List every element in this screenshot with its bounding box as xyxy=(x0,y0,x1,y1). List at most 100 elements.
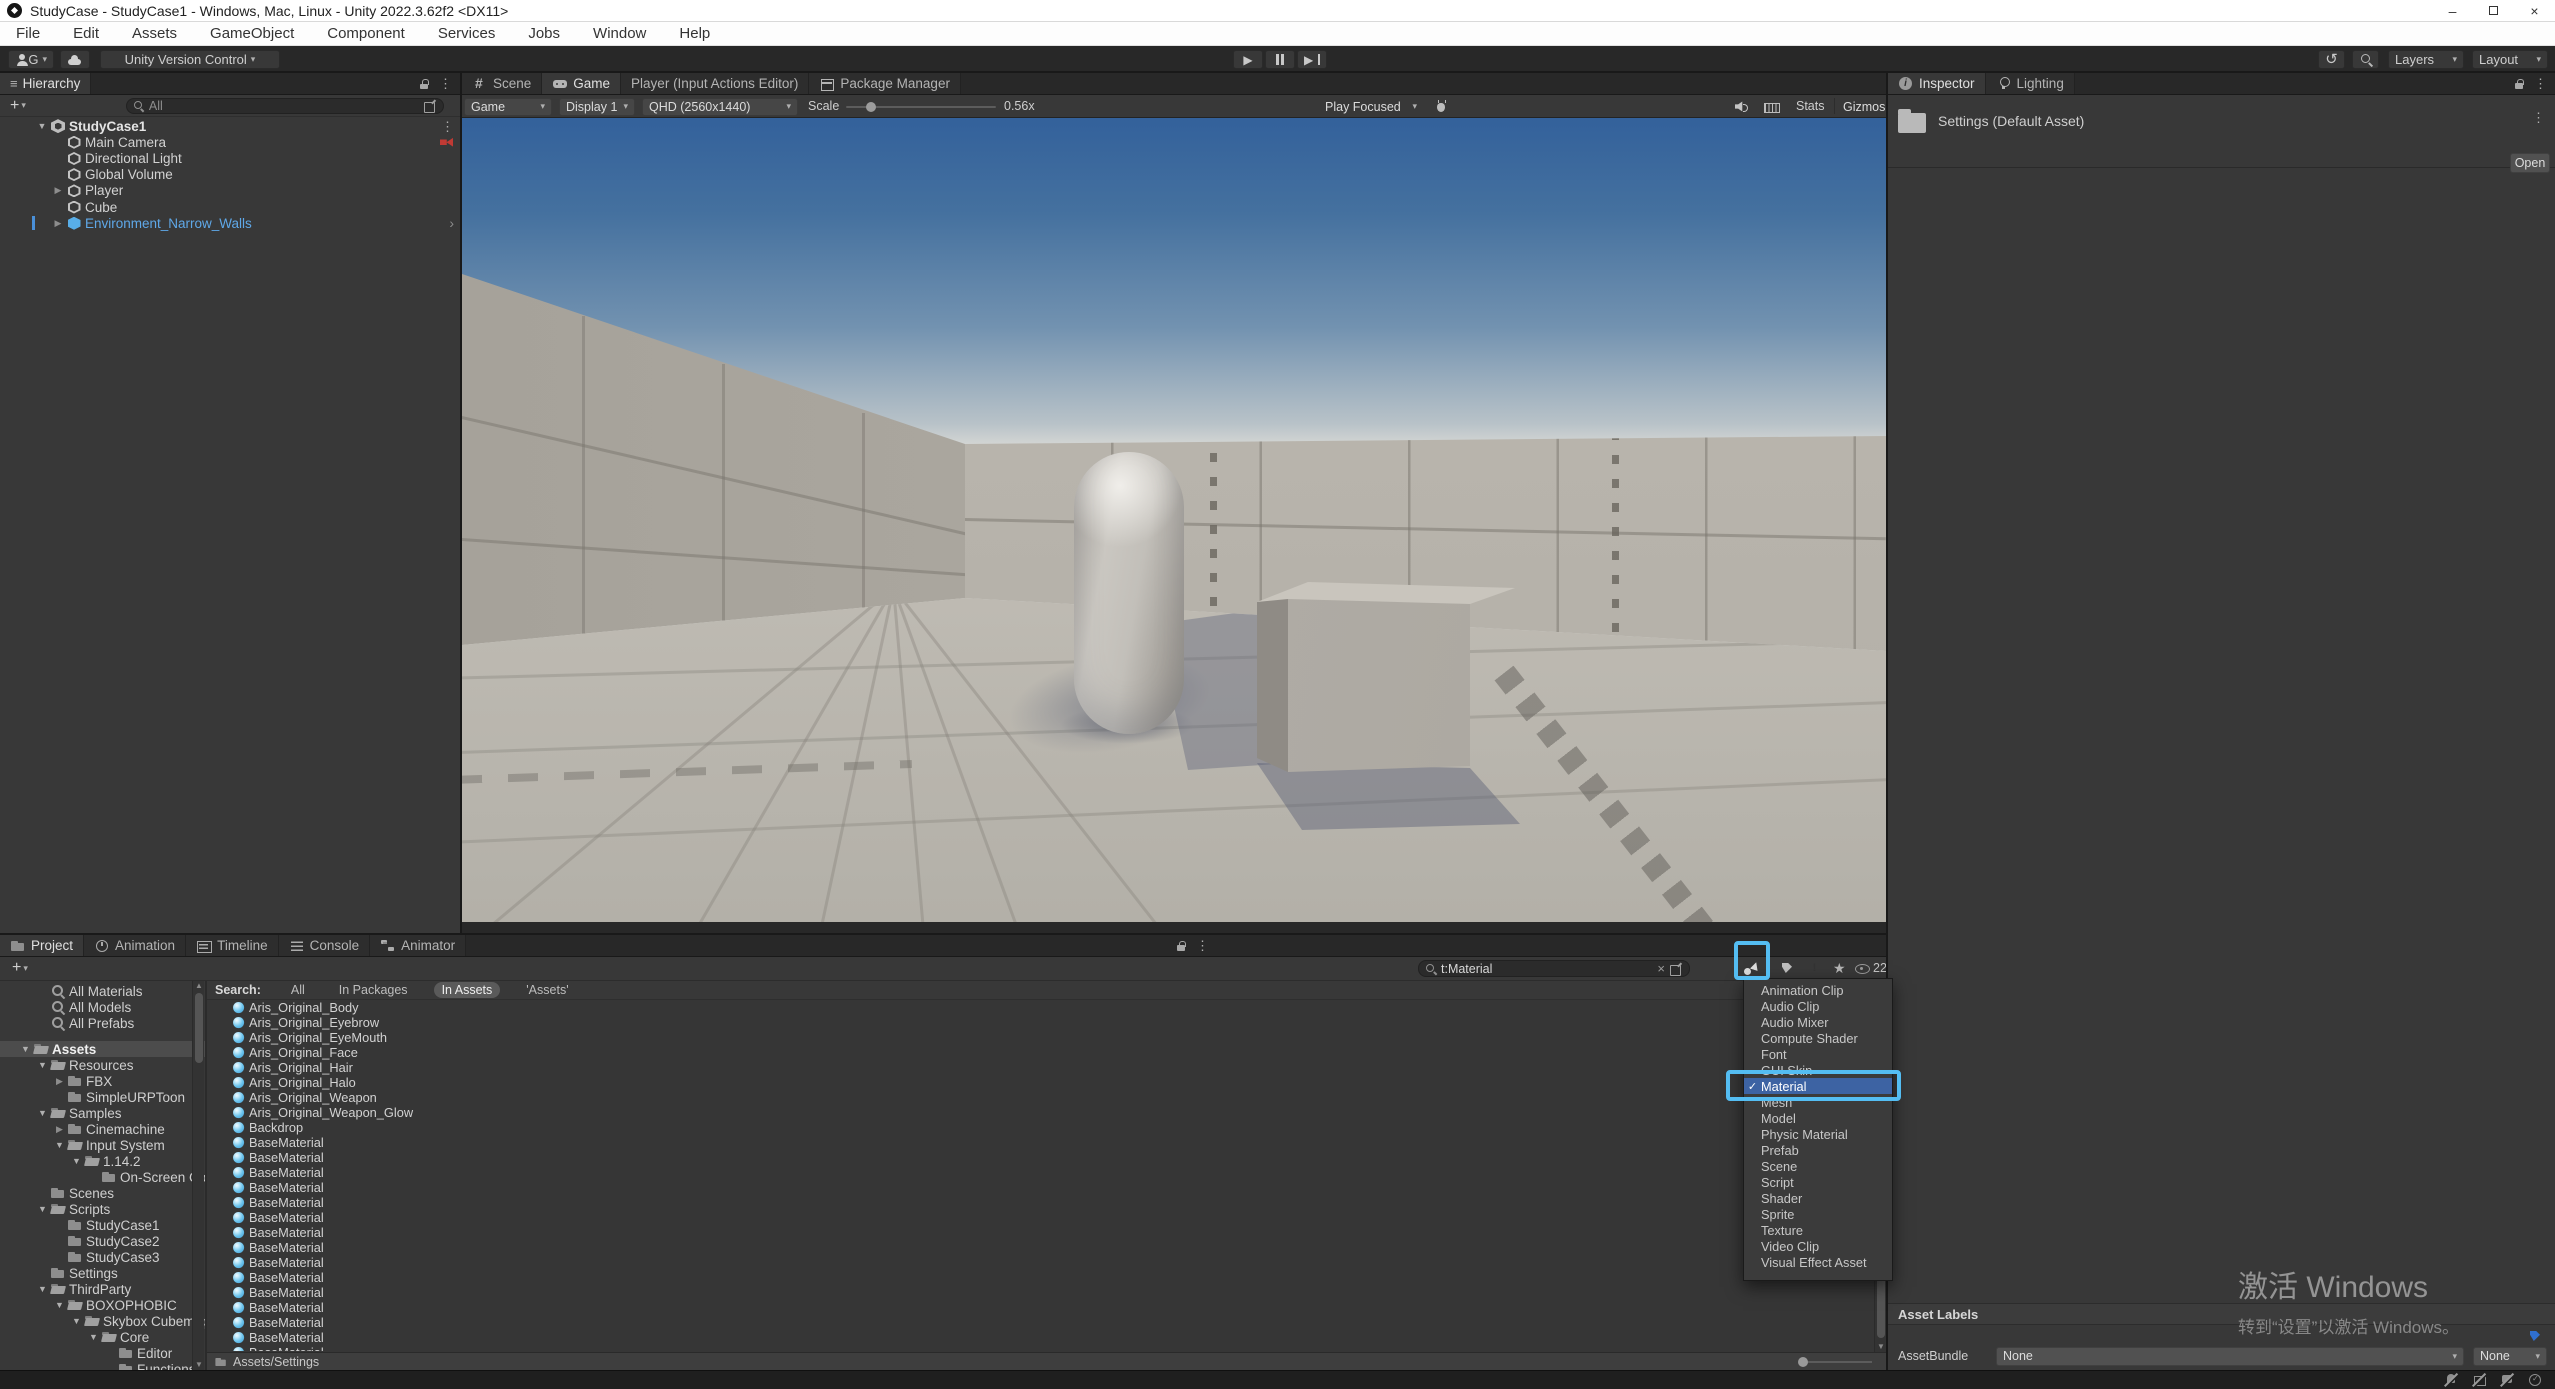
open-search-window-icon[interactable] xyxy=(423,99,437,113)
lock-icon[interactable] xyxy=(417,77,431,91)
icon-size-slider[interactable] xyxy=(1800,1361,1872,1363)
asset-row[interactable]: Aris_Original_Weapon xyxy=(207,1090,1886,1105)
folder-tree-item[interactable]: Skybox Cubemap Ext xyxy=(0,1313,205,1329)
type-filter-item[interactable]: Video Clip xyxy=(1744,1238,1892,1254)
menu-item[interactable]: Window xyxy=(593,25,646,42)
folder-tree-item[interactable]: SimpleURPToon xyxy=(0,1089,205,1105)
menu-item[interactable]: Services xyxy=(438,25,496,42)
version-control-dropdown[interactable]: Unity Version Control ▾ xyxy=(100,50,280,69)
type-filter-item[interactable]: Compute Shader xyxy=(1744,1030,1892,1046)
asset-row[interactable]: Aris_Original_Body xyxy=(207,1000,1886,1015)
folder-tree-item[interactable]: Settings xyxy=(0,1265,205,1281)
expand-caret[interactable] xyxy=(35,1060,50,1070)
type-filter-item[interactable]: Shader xyxy=(1744,1190,1892,1206)
view-tab[interactable]: Player (Input Actions Editor) xyxy=(621,73,809,94)
project-search-input[interactable] xyxy=(1441,962,1653,976)
folder-tree-item[interactable]: Editor xyxy=(0,1345,205,1361)
mute-audio-button[interactable] xyxy=(1730,97,1752,116)
asset-row[interactable]: Aris_Original_Hair xyxy=(207,1060,1886,1075)
asset-row[interactable]: BaseMaterial xyxy=(207,1135,1886,1150)
asset-row[interactable]: Aris_Original_Eyebrow xyxy=(207,1015,1886,1030)
menu-item[interactable]: Edit xyxy=(73,25,99,42)
view-tab[interactable]: Game xyxy=(542,73,621,94)
folder-tree-item[interactable]: BOXOPHOBIC xyxy=(0,1297,205,1313)
menu-item[interactable]: Assets xyxy=(132,25,177,42)
menu-item[interactable]: File xyxy=(16,25,40,42)
play-focused-dropdown[interactable]: Play Focused▾ xyxy=(1318,98,1424,116)
hierarchy-item[interactable]: Main Camera xyxy=(0,134,460,150)
hierarchy-search-input[interactable] xyxy=(149,99,419,113)
hierarchy-item[interactable]: Player xyxy=(0,183,460,199)
inspector-tab[interactable]: Inspector xyxy=(1888,73,1986,94)
scroll-up-icon[interactable]: ▲ xyxy=(193,981,205,991)
debug-bug-icon[interactable] xyxy=(1430,97,1452,116)
icon-size-knob[interactable] xyxy=(1798,1357,1808,1367)
asset-row[interactable]: BaseMaterial xyxy=(207,1150,1886,1165)
expand-caret[interactable] xyxy=(52,1124,67,1135)
type-filter-item[interactable]: GUI Skin xyxy=(1744,1062,1892,1078)
folder-tree-item[interactable]: StudyCase1 xyxy=(0,1217,205,1233)
lock-icon[interactable] xyxy=(2512,76,2526,90)
project-search-field[interactable]: × xyxy=(1418,960,1690,977)
expand-caret[interactable] xyxy=(35,1284,50,1294)
type-filter-item[interactable]: Physic Material xyxy=(1744,1126,1892,1142)
chevron-right-icon[interactable]: › xyxy=(449,215,454,231)
folder-tree-item[interactable]: StudyCase2 xyxy=(0,1233,205,1249)
menu-item[interactable]: Help xyxy=(679,25,710,42)
hierarchy-item[interactable]: Environment_Narrow_Walls › xyxy=(0,215,460,231)
type-filter-item[interactable]: Scene xyxy=(1744,1158,1892,1174)
asset-row[interactable]: Aris_Original_Weapon_Glow xyxy=(207,1105,1886,1120)
folder-tree-item[interactable]: FBX xyxy=(0,1073,205,1089)
search-button[interactable] xyxy=(2352,50,2379,69)
expand-caret[interactable] xyxy=(35,1108,50,1118)
open-search-window-icon[interactable] xyxy=(1669,962,1683,976)
layout-dropdown[interactable]: Layout▾ xyxy=(2472,50,2548,69)
messages-muted-icon[interactable] xyxy=(2499,1372,2515,1388)
tree-scrollbar[interactable]: ▲ ▼ xyxy=(192,981,204,1370)
hierarchy-item[interactable]: StudyCase1 ⋮ xyxy=(0,118,460,134)
kebab-icon[interactable]: ⋮ xyxy=(439,77,452,90)
expand-caret[interactable] xyxy=(52,1076,67,1087)
type-filter-item[interactable]: Animation Clip xyxy=(1744,982,1892,998)
asset-row[interactable]: Aris_Original_Halo xyxy=(207,1075,1886,1090)
undo-history-button[interactable]: ↺ xyxy=(2318,50,2345,69)
folder-tree-item[interactable]: Resources xyxy=(0,1057,205,1073)
packages-muted-icon[interactable] xyxy=(2471,1372,2487,1388)
open-button[interactable]: Open xyxy=(2510,153,2550,173)
bottom-tab[interactable]: Animation xyxy=(84,935,186,956)
type-filter-item[interactable]: Prefab xyxy=(1744,1142,1892,1158)
type-filter-item[interactable]: Model xyxy=(1744,1110,1892,1126)
favorite-item[interactable]: All Prefabs xyxy=(0,1015,205,1031)
favorite-item[interactable]: All Models xyxy=(0,999,205,1015)
type-filter-item[interactable]: ✓ Material xyxy=(1744,1078,1892,1094)
clear-search-icon[interactable]: × xyxy=(1657,961,1665,976)
scroll-down-icon[interactable]: ▼ xyxy=(193,1360,205,1370)
type-filter-item[interactable]: Script xyxy=(1744,1174,1892,1190)
layers-dropdown[interactable]: Layers▾ xyxy=(2388,50,2464,69)
scale-slider[interactable] xyxy=(846,106,996,108)
expand-caret[interactable] xyxy=(69,1316,84,1326)
type-filter-item[interactable]: Audio Clip xyxy=(1744,998,1892,1014)
asset-row[interactable]: BaseMaterial xyxy=(207,1285,1886,1300)
lock-icon[interactable] xyxy=(1174,938,1188,952)
bottom-tab[interactable]: Timeline xyxy=(186,935,279,956)
hierarchy-item[interactable]: Directional Light xyxy=(0,150,460,166)
expand-caret[interactable] xyxy=(52,1300,67,1310)
notifications-muted-icon[interactable] xyxy=(2443,1372,2459,1388)
folder-tree-item[interactable]: Core xyxy=(0,1329,205,1345)
panel-divider[interactable] xyxy=(460,73,462,933)
scope-tab[interactable]: In Packages xyxy=(331,982,416,998)
status-ok-icon[interactable] xyxy=(2527,1372,2543,1388)
display-dropdown[interactable]: Display 1▾ xyxy=(559,98,635,116)
type-filter-item[interactable]: Sprite xyxy=(1744,1206,1892,1222)
hierarchy-item[interactable]: Cube xyxy=(0,199,460,215)
kebab-icon[interactable]: ⋮ xyxy=(1196,939,1209,952)
scope-tab[interactable]: In Assets xyxy=(434,982,501,998)
maximize-button[interactable] xyxy=(2473,0,2514,22)
bottom-tab[interactable]: Project xyxy=(0,935,84,956)
kebab-icon[interactable]: ⋮ xyxy=(2532,111,2545,124)
view-tab[interactable]: Package Manager xyxy=(809,73,961,94)
inspector-tab[interactable]: Lighting xyxy=(1986,73,2075,94)
bottom-tab[interactable]: Console xyxy=(279,935,371,956)
asset-row[interactable]: BaseMaterial xyxy=(207,1330,1886,1345)
